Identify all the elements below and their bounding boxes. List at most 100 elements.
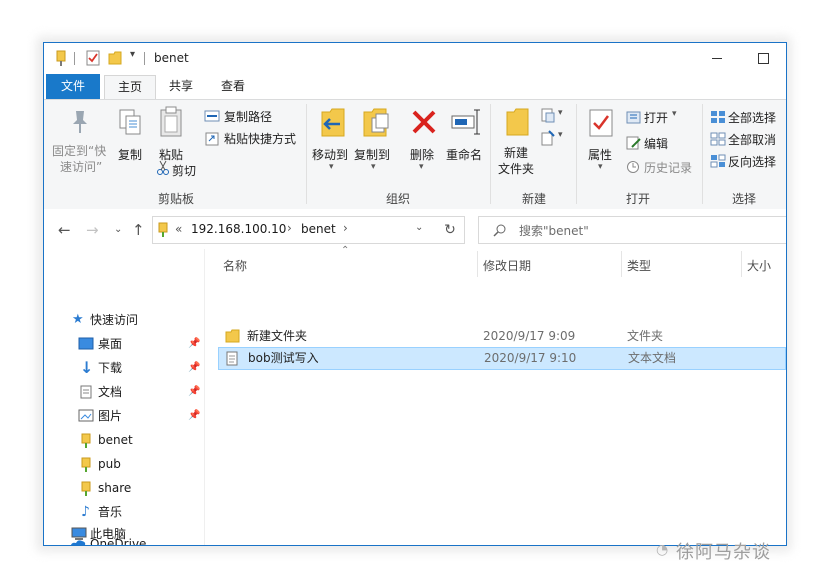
desktop-icon bbox=[78, 337, 94, 350]
nav-item-documents[interactable]: 文档 📌 bbox=[44, 381, 204, 403]
open-icon bbox=[626, 111, 641, 124]
table-row[interactable]: bob测试写入 2020/9/17 9:10 文本文档 bbox=[218, 347, 786, 370]
address-segment-host[interactable]: 192.168.100.10 bbox=[191, 222, 286, 236]
watermark: ◔ 徐阿马杂谈 bbox=[656, 538, 771, 564]
table-row[interactable]: 新建文件夹 2020/9/17 9:09 文件夹 bbox=[219, 326, 785, 347]
title-separator bbox=[144, 52, 145, 65]
title-bar: ▾ benet bbox=[44, 43, 786, 73]
select-none-button[interactable]: 全部取消 bbox=[728, 131, 776, 148]
nav-quick-access[interactable]: ★ 快速访问 bbox=[44, 309, 204, 331]
new-group-label: 新建 bbox=[521, 192, 546, 206]
move-to-button[interactable]: 移动到 bbox=[312, 146, 348, 163]
address-dropdown-icon[interactable]: ⌄ bbox=[415, 222, 423, 233]
nav-label: 快速访问 bbox=[90, 313, 139, 327]
address-overflow[interactable]: « bbox=[175, 222, 182, 236]
breadcrumb-chevron-icon[interactable]: › bbox=[343, 221, 348, 235]
new-item-icon[interactable] bbox=[540, 108, 556, 124]
pin-icon: 📌 bbox=[188, 362, 201, 373]
copy-path-button[interactable]: 复制路径 bbox=[224, 108, 272, 125]
search-icon bbox=[493, 224, 506, 237]
paste-shortcut-icon bbox=[205, 132, 219, 146]
column-header-type[interactable]: 类型 bbox=[627, 257, 651, 274]
maximize-button[interactable] bbox=[740, 43, 786, 73]
column-divider[interactable] bbox=[741, 251, 742, 277]
breadcrumb-chevron-icon[interactable]: › bbox=[287, 221, 292, 235]
file-modified: 2020/9/17 9:10 bbox=[484, 351, 577, 365]
pin-quick-access-label-1[interactable]: 固定到“快 bbox=[52, 142, 106, 159]
refresh-icon: ↻ bbox=[444, 222, 456, 238]
history-button[interactable]: 历史记录 bbox=[644, 159, 692, 176]
address-bar[interactable]: « 192.168.100.10 › benet › ⌄ bbox=[152, 216, 438, 244]
forward-arrow-icon[interactable]: → bbox=[86, 221, 99, 239]
title-separator bbox=[74, 52, 75, 65]
customize-qat-icon[interactable]: ▾ bbox=[130, 49, 135, 65]
navigation-pane: ★ 快速访问 桌面 📌 ↓ 下载 📌 文档 📌 图片 📌 benet pub s… bbox=[44, 249, 205, 545]
paste-shortcut-button[interactable]: 粘贴快捷方式 bbox=[224, 130, 296, 147]
nav-label: 下载 bbox=[98, 361, 123, 375]
music-note-icon: ♪ bbox=[81, 504, 90, 520]
delete-button[interactable]: 删除 bbox=[410, 146, 434, 163]
nav-item-pub[interactable]: pub bbox=[44, 453, 204, 475]
easy-access-dropdown-icon[interactable]: ▾ bbox=[558, 130, 563, 140]
edit-button[interactable]: 编辑 bbox=[644, 135, 668, 152]
tab-home[interactable]: 主页 bbox=[104, 75, 156, 100]
delete-dropdown-icon[interactable]: ▾ bbox=[419, 162, 424, 172]
select-all-button[interactable]: 全部选择 bbox=[728, 109, 776, 126]
nav-item-benet[interactable]: benet bbox=[44, 429, 204, 451]
copy-button[interactable]: 复制 bbox=[118, 146, 142, 163]
address-segment-folder[interactable]: benet bbox=[301, 222, 336, 236]
properties-icon[interactable] bbox=[86, 50, 100, 66]
pin-icon: 📌 bbox=[188, 410, 201, 421]
nav-this-pc[interactable]: 此电脑 bbox=[44, 523, 204, 545]
back-arrow-icon[interactable]: ← bbox=[58, 221, 71, 239]
search-input[interactable]: 搜索"benet" bbox=[519, 222, 589, 239]
copy-to-dropdown-icon[interactable]: ▾ bbox=[371, 162, 376, 172]
star-icon: ★ bbox=[72, 312, 84, 327]
nav-item-pictures[interactable]: 图片 📌 bbox=[44, 405, 204, 427]
copy-to-button[interactable]: 复制到 bbox=[354, 146, 390, 163]
rename-button[interactable]: 重命名 bbox=[446, 146, 482, 163]
new-folder-quick-icon[interactable] bbox=[108, 50, 124, 66]
tab-file[interactable]: 文件 bbox=[46, 74, 100, 99]
nav-item-downloads[interactable]: ↓ 下载 📌 bbox=[44, 357, 204, 379]
wechat-icon: ◔ bbox=[656, 542, 670, 558]
window-title: benet bbox=[154, 51, 189, 65]
network-folder-icon bbox=[81, 433, 91, 448]
sort-indicator-icon: ⌃ bbox=[341, 245, 350, 256]
open-button[interactable]: 打开 bbox=[644, 109, 668, 126]
nav-item-desktop[interactable]: 桌面 📌 bbox=[44, 333, 204, 355]
search-box[interactable]: 搜索"benet" bbox=[478, 216, 786, 244]
new-item-dropdown-icon[interactable]: ▾ bbox=[558, 108, 563, 118]
column-header-size[interactable]: 大小 bbox=[747, 257, 771, 274]
select-none-icon bbox=[710, 132, 726, 146]
network-folder-icon bbox=[81, 457, 91, 472]
new-folder-button-line2[interactable]: 文件夹 bbox=[498, 160, 534, 177]
nav-item-music[interactable]: ♪ 音乐 bbox=[44, 501, 204, 523]
cut-button[interactable]: 剪切 bbox=[172, 162, 196, 179]
organize-group-label: 组织 bbox=[385, 192, 410, 206]
tab-view[interactable]: 查看 bbox=[210, 75, 256, 98]
column-divider[interactable] bbox=[621, 251, 622, 277]
properties-dropdown-icon[interactable]: ▾ bbox=[598, 162, 603, 172]
easy-access-icon[interactable] bbox=[540, 130, 556, 146]
up-arrow-icon[interactable]: ↑ bbox=[132, 221, 145, 239]
pin-quick-access-label-2[interactable]: 速访问” bbox=[60, 158, 102, 175]
rename-icon bbox=[451, 109, 480, 135]
minimize-button[interactable] bbox=[694, 43, 740, 73]
recent-locations-icon[interactable]: ⌄ bbox=[114, 224, 122, 235]
ribbon-separator bbox=[576, 104, 577, 204]
column-divider[interactable] bbox=[477, 251, 478, 277]
file-type: 文件夹 bbox=[627, 329, 664, 343]
column-header-name[interactable]: 名称 bbox=[223, 257, 247, 274]
properties-button[interactable]: 属性 bbox=[588, 146, 612, 163]
move-to-dropdown-icon[interactable]: ▾ bbox=[329, 162, 334, 172]
column-header-modified[interactable]: 修改日期 bbox=[483, 257, 531, 274]
invert-selection-button[interactable]: 反向选择 bbox=[728, 153, 776, 170]
tab-share[interactable]: 共享 bbox=[158, 75, 204, 98]
properties-pin-icon[interactable] bbox=[54, 50, 68, 66]
refresh-button[interactable]: ↻ bbox=[436, 216, 465, 244]
nav-item-share[interactable]: share bbox=[44, 477, 204, 499]
new-folder-button-line1[interactable]: 新建 bbox=[504, 144, 528, 161]
file-type: 文本文档 bbox=[628, 351, 677, 365]
open-dropdown-icon[interactable]: ▾ bbox=[672, 109, 677, 119]
